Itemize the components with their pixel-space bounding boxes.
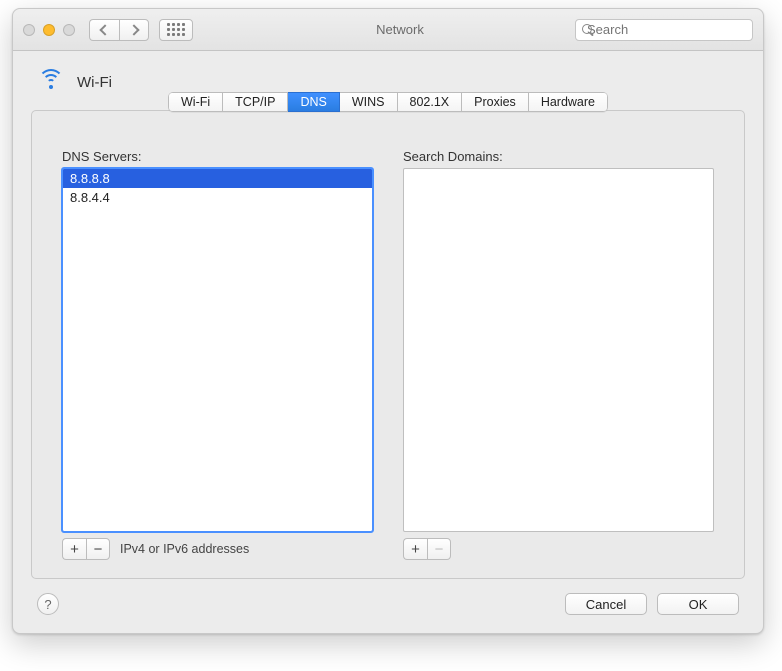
show-all-button[interactable]: [159, 19, 193, 41]
tabs-bar: Wi-FiTCP/IPDNSWINS802.1XProxiesHardware: [31, 92, 745, 112]
search-domains-column: Search Domains: + −: [403, 149, 714, 560]
cancel-button[interactable]: Cancel: [565, 593, 647, 615]
dns-panel: DNS Servers: 8.8.8.88.8.4.4 + − IPv4 or …: [31, 110, 745, 579]
search-domains-listbox[interactable]: [403, 168, 714, 532]
chevron-left-icon: [99, 24, 110, 35]
dns-remove-button[interactable]: −: [86, 538, 110, 560]
domains-add-remove-group: + −: [403, 538, 451, 560]
dns-server-row[interactable]: 8.8.4.4: [63, 188, 372, 207]
dns-servers-toolbar: + − IPv4 or IPv6 addresses: [62, 538, 373, 560]
dns-servers-label: DNS Servers:: [62, 149, 373, 164]
ok-button[interactable]: OK: [657, 593, 739, 615]
dns-server-row[interactable]: 8.8.8.8: [63, 169, 372, 188]
zoom-window-button[interactable]: [63, 24, 75, 36]
window-controls: [23, 24, 75, 36]
preferences-window: Network Wi-Fi Wi-FiTCP/IPDNSWINS802.1XPr…: [12, 8, 764, 634]
tab-dns[interactable]: DNS: [288, 92, 339, 112]
tab-8021x[interactable]: 802.1X: [398, 92, 463, 112]
domains-toolbar: + −: [403, 538, 714, 560]
window-title: Network: [225, 22, 575, 37]
tab-wifi[interactable]: Wi-Fi: [168, 92, 223, 112]
dns-add-button[interactable]: +: [62, 538, 86, 560]
forward-button[interactable]: [119, 19, 149, 41]
dns-servers-column: DNS Servers: 8.8.8.88.8.4.4 + − IPv4 or …: [62, 149, 373, 560]
search-field-wrap[interactable]: [575, 19, 753, 41]
dns-hint: IPv4 or IPv6 addresses: [120, 542, 249, 556]
grid-icon: [167, 23, 185, 36]
help-button[interactable]: ?: [37, 593, 59, 615]
dns-servers-listbox[interactable]: 8.8.8.88.8.4.4: [62, 168, 373, 532]
domains-remove-button[interactable]: −: [427, 538, 451, 560]
tab-segmented-control: Wi-FiTCP/IPDNSWINS802.1XProxiesHardware: [168, 92, 608, 112]
titlebar: Network: [13, 9, 763, 51]
nav-group: [89, 19, 149, 41]
columns: DNS Servers: 8.8.8.88.8.4.4 + − IPv4 or …: [62, 149, 714, 560]
back-button[interactable]: [89, 19, 119, 41]
minimize-window-button[interactable]: [43, 24, 55, 36]
chevron-right-icon: [128, 24, 139, 35]
dns-add-remove-group: + −: [62, 538, 110, 560]
footer: ? Cancel OK: [31, 579, 745, 615]
tab-hardware[interactable]: Hardware: [529, 92, 608, 112]
window-body: Wi-Fi Wi-FiTCP/IPDNSWINS802.1XProxiesHar…: [13, 51, 763, 633]
search-domains-label: Search Domains:: [403, 149, 714, 164]
search-input[interactable]: [587, 22, 763, 37]
domains-add-button[interactable]: +: [403, 538, 427, 560]
wifi-icon: [37, 71, 65, 93]
tab-tcpip[interactable]: TCP/IP: [223, 92, 288, 112]
close-window-button[interactable]: [23, 24, 35, 36]
interface-name: Wi-Fi: [77, 74, 112, 91]
tab-wins[interactable]: WINS: [340, 92, 398, 112]
tab-proxies[interactable]: Proxies: [462, 92, 529, 112]
